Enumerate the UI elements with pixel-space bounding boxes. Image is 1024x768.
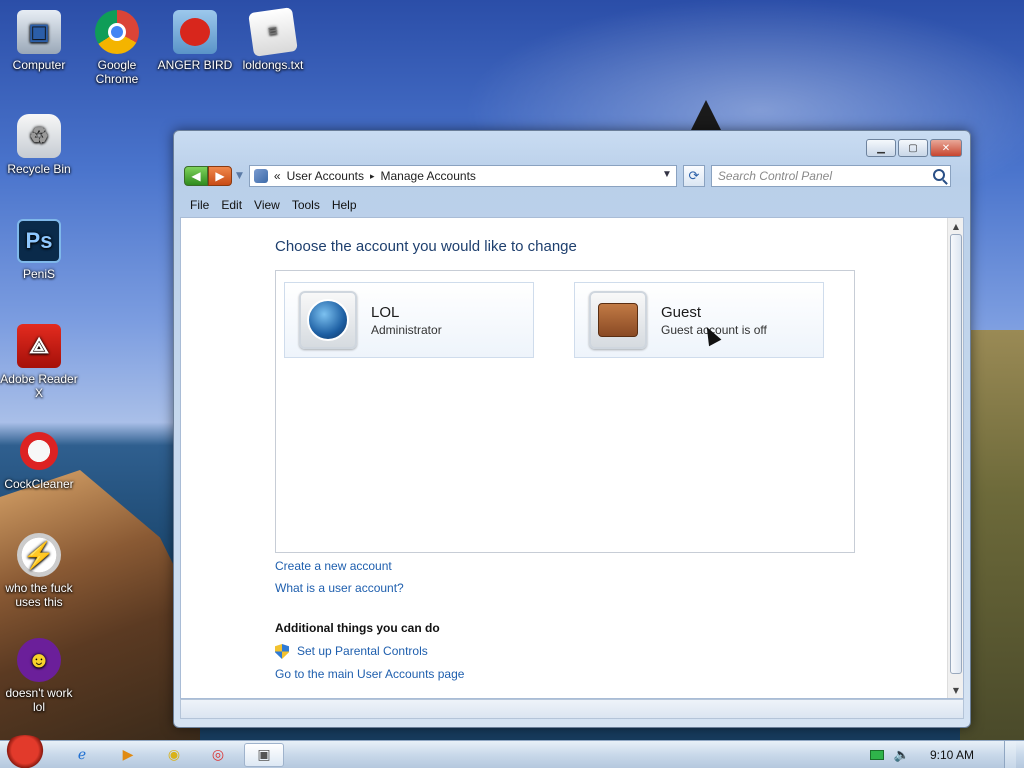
taskbar-internet-explorer-icon[interactable]: ℯ [62, 743, 102, 767]
menu-help[interactable]: Help [326, 196, 363, 214]
taskbar-control-panel-icon[interactable]: ▣ [244, 743, 284, 767]
control-panel-icon [253, 169, 268, 183]
user-accounts-window[interactable]: ▁ ▢ ✕ ◀ ▶ ▼ « User Accounts ▸ Manage Acc… [173, 130, 971, 728]
breadcrumb-separator[interactable]: ▸ [370, 171, 375, 182]
search-icon[interactable] [932, 169, 945, 181]
taskbar-media-player-icon[interactable]: ▶ [108, 743, 148, 767]
taskbar: ℯ ▶ ◉ ◎ ▣ 🔈 9:10 AM [0, 735, 1024, 768]
maximize-button[interactable]: ▢ [898, 139, 928, 157]
account-type: Administrator [371, 322, 442, 337]
text-file-icon: ≡ [248, 7, 298, 57]
taskbar-folder-icon[interactable]: ◉ [154, 743, 194, 767]
main-user-accounts-link[interactable]: Go to the main User Accounts page [275, 667, 464, 681]
breadcrumb-user-accounts[interactable]: User Accounts [287, 169, 364, 183]
refresh-button[interactable]: ⟳ [682, 165, 705, 187]
angry-bird-icon [173, 10, 217, 54]
lighthouse-wallpaper [690, 100, 722, 132]
photoshop-icon: Ps [17, 219, 61, 263]
account-tile-lol[interactable]: LOL Administrator [284, 282, 534, 358]
volume-icon[interactable]: 🔈 [894, 748, 910, 763]
desktop-icon-who-uses-this[interactable]: ⚡ who the fuck uses this [0, 533, 78, 609]
recent-pages-dropdown[interactable]: ▼ [236, 171, 243, 181]
start-button[interactable] [2, 735, 48, 768]
content-pane: Choose the account you would like to cha… [180, 217, 964, 699]
show-desktop-button[interactable] [1004, 741, 1016, 768]
system-tray: 🔈 9:10 AM [869, 741, 1024, 768]
ccleaner-icon [17, 429, 61, 473]
chrome-icon [95, 10, 139, 54]
address-dropdown-icon[interactable]: ▼ [662, 169, 672, 180]
menu-bar: File Edit View Tools Help [180, 195, 964, 215]
menu-tools[interactable]: Tools [286, 196, 326, 214]
desktop-icon-photoshop[interactable]: Ps PeniS [0, 219, 78, 281]
back-button[interactable]: ◀ [184, 166, 208, 186]
desktop-icon-chrome[interactable]: Google Chrome [78, 10, 156, 86]
battery-icon[interactable] [869, 750, 884, 760]
breadcrumb-manage-accounts[interactable]: Manage Accounts [381, 169, 476, 183]
taskbar-chrome-icon[interactable]: ◎ [198, 743, 238, 767]
desktop-icon-yahoo[interactable]: ☻ doesn't work lol [0, 638, 78, 714]
scroll-thumb[interactable] [950, 234, 962, 674]
desktop-icon-recycle-bin[interactable]: ♻ Recycle Bin [0, 114, 78, 176]
parental-controls-link[interactable]: Set up Parental Controls [297, 644, 428, 658]
vertical-scrollbar[interactable]: ▲ ▼ [947, 218, 963, 698]
adobe-reader-icon: ⟁ [17, 324, 61, 368]
what-is-user-account-link[interactable]: What is a user account? [275, 581, 404, 595]
account-tile-guest[interactable]: Guest Guest account is off [574, 282, 824, 358]
scroll-down-icon[interactable]: ▼ [948, 682, 964, 698]
search-box[interactable]: Search Control Panel [710, 165, 951, 187]
additional-heading: Additional things you can do [275, 621, 440, 635]
desktop-icon-loldongs[interactable]: ≡ loldongs.txt [234, 7, 312, 72]
yahoo-messenger-icon: ☻ [17, 638, 61, 682]
account-name: Guest [661, 303, 702, 321]
computer-icon: ▣ [17, 10, 61, 54]
menu-view[interactable]: View [248, 196, 286, 214]
scroll-up-icon[interactable]: ▲ [948, 218, 964, 234]
suitcase-icon [598, 303, 638, 337]
menu-file[interactable]: File [184, 196, 215, 214]
desktop-icon-anger-bird[interactable]: ANGER BIRD [156, 10, 234, 72]
status-bar [180, 699, 964, 719]
avatar [299, 291, 357, 349]
desktop-icon-computer[interactable]: ▣ Computer [0, 10, 78, 72]
desktop-icon-adobe-reader[interactable]: ⟁ Adobe Reader X [0, 324, 78, 400]
address-bar[interactable]: « User Accounts ▸ Manage Accounts ▼ [248, 165, 677, 187]
navigation-bar: ◀ ▶ ▼ « User Accounts ▸ Manage Accounts … [184, 164, 962, 188]
account-name: LOL [371, 303, 400, 321]
search-input[interactable]: Search Control Panel [718, 169, 832, 183]
window-controls: ▁ ▢ ✕ [866, 139, 962, 157]
shield-icon [275, 644, 289, 659]
accounts-list: LOL Administrator Guest Guest account is… [275, 270, 855, 553]
winamp-icon: ⚡ [17, 533, 61, 577]
user-avatar-icon [307, 299, 349, 341]
page-title: Choose the account you would like to cha… [275, 238, 577, 255]
create-account-link[interactable]: Create a new account [275, 559, 392, 573]
menu-edit[interactable]: Edit [215, 196, 248, 214]
recycle-bin-icon: ♻ [17, 114, 61, 158]
close-button[interactable]: ✕ [930, 139, 962, 157]
clock[interactable]: 9:10 AM [930, 748, 974, 762]
breadcrumb-prefix[interactable]: « [274, 169, 281, 183]
minimize-button[interactable]: ▁ [866, 139, 896, 157]
forward-button[interactable]: ▶ [208, 166, 232, 186]
desktop-icon-cockcleaner[interactable]: CockCleaner [0, 429, 78, 491]
avatar [589, 291, 647, 349]
